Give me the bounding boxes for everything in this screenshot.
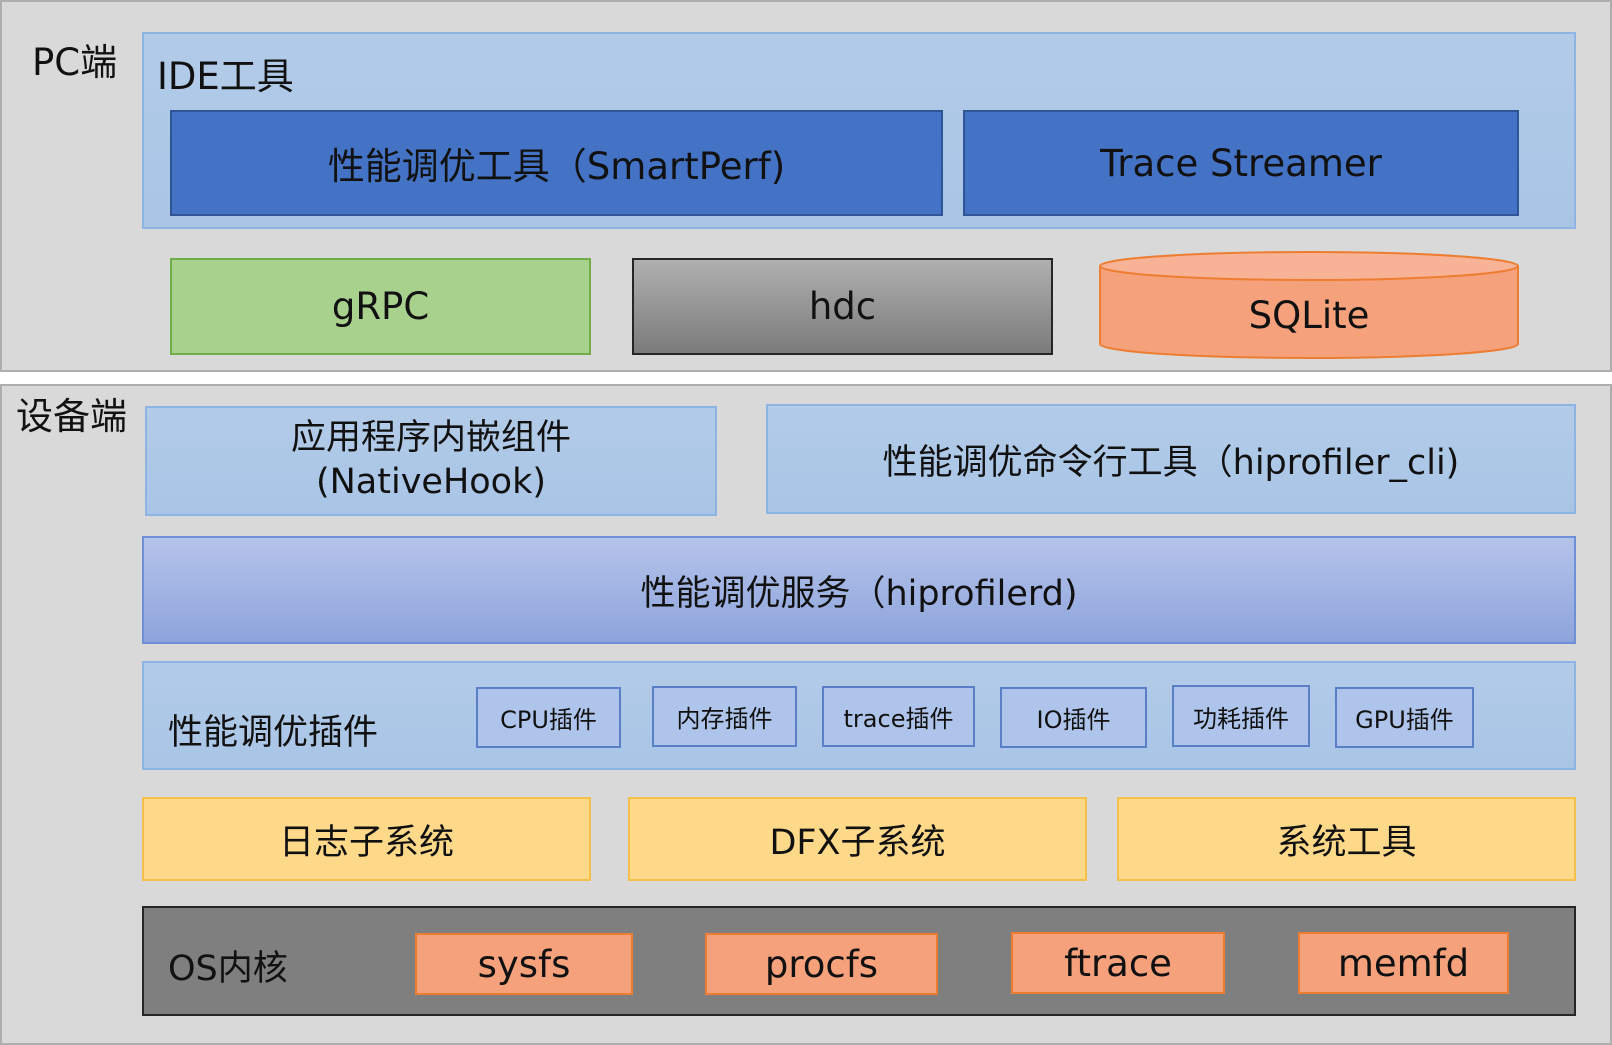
nativehook-line1: 应用程序内嵌组件 bbox=[290, 418, 571, 459]
hiprofiler-cli-box: 性能调优命令行工具（hiprofiler_cli) bbox=[766, 404, 1576, 514]
pc-label: PC端 bbox=[32, 41, 118, 84]
hdc-box: hdc bbox=[632, 258, 1053, 355]
hiprofilerd-box: 性能调优服务（hiprofilerd) bbox=[142, 536, 1576, 644]
plugin-trace: trace插件 bbox=[822, 686, 975, 747]
plugin-gpu: GPU插件 bbox=[1335, 687, 1474, 748]
trace-streamer-box: Trace Streamer bbox=[963, 110, 1519, 216]
system-tools-box: 系统工具 bbox=[1117, 797, 1576, 881]
dfx-subsystem-box: DFX子系统 bbox=[628, 797, 1087, 881]
sqlite-label: SQLite bbox=[1248, 293, 1370, 337]
log-subsystem-box: 日志子系统 bbox=[142, 797, 591, 881]
procfs-box: procfs bbox=[705, 933, 938, 995]
nativehook-box: 应用程序内嵌组件 (NativeHook) bbox=[145, 406, 717, 516]
plugins-title: 性能调优插件 bbox=[168, 713, 379, 753]
plugin-power: 功耗插件 bbox=[1172, 685, 1310, 747]
os-kernel-title: OS内核 bbox=[168, 949, 288, 989]
nativehook-line2: (NativeHook) bbox=[315, 462, 547, 502]
ide-tools-title: IDE工具 bbox=[157, 55, 294, 98]
plugin-memory: 内存插件 bbox=[652, 686, 797, 747]
sysfs-box: sysfs bbox=[415, 933, 633, 995]
grpc-box: gRPC bbox=[170, 258, 591, 355]
device-label: 设备端 bbox=[16, 395, 127, 438]
plugin-cpu: CPU插件 bbox=[476, 687, 621, 748]
smartperf-box: 性能调优工具（SmartPerf) bbox=[170, 110, 943, 216]
ftrace-box: ftrace bbox=[1011, 932, 1225, 994]
memfd-box: memfd bbox=[1298, 932, 1509, 994]
plugin-io: IO插件 bbox=[1000, 687, 1147, 748]
